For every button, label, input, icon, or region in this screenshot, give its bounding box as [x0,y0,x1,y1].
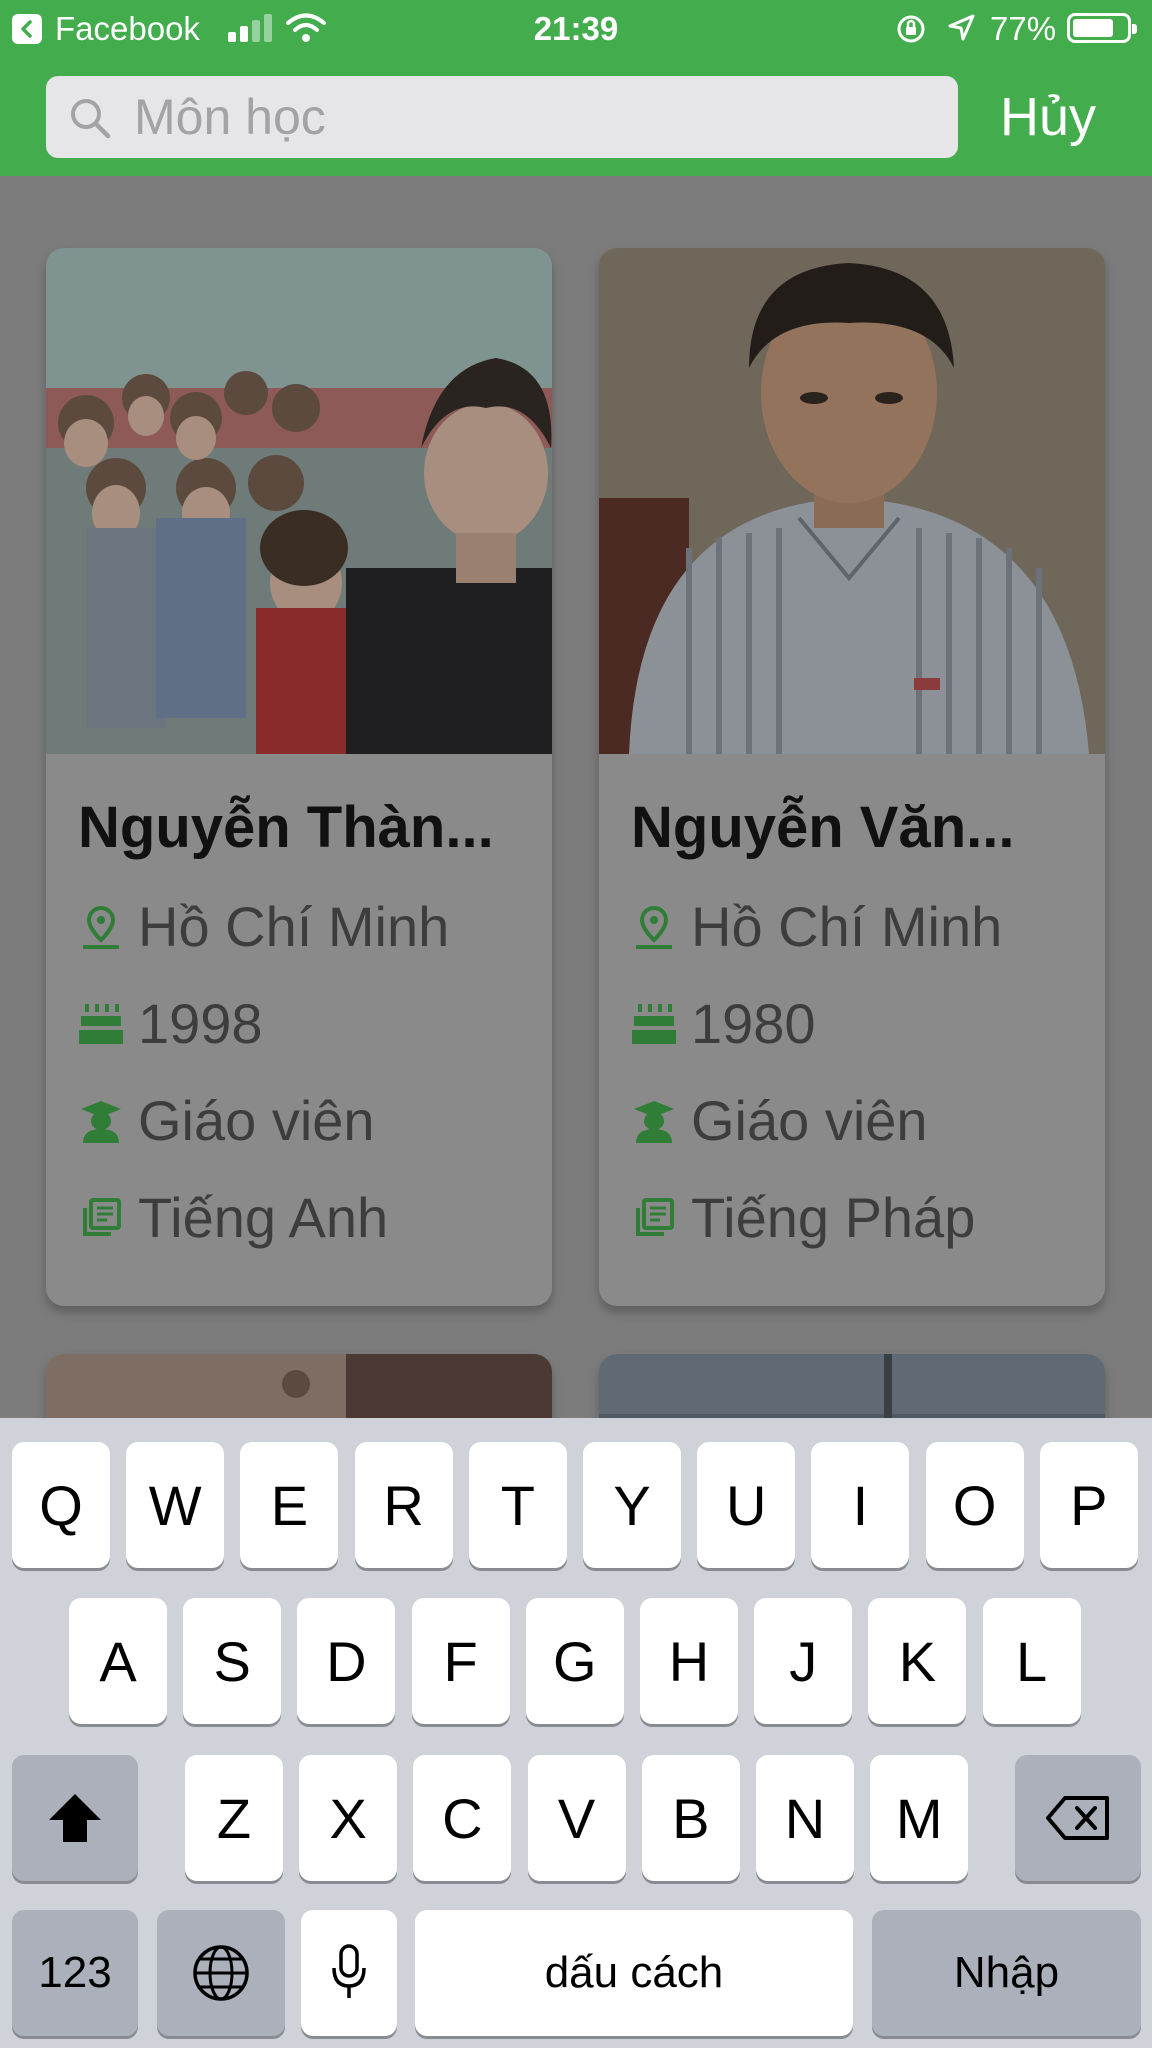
key-j[interactable]: J [754,1598,853,1724]
key-q[interactable]: Q [12,1442,110,1568]
delete-icon [1046,1796,1109,1840]
teacher-card[interactable]: Nguyễn Văn... Hồ Chí Minh 1980 Giáo viên [599,248,1105,1306]
key-g[interactable]: G [525,1598,624,1724]
backspace-key[interactable] [1015,1755,1141,1881]
book-icon [78,1195,124,1241]
space-key[interactable]: dấu cách [415,1910,853,2036]
role-row: Giáo viên [631,1088,928,1153]
battery-icon [1067,13,1137,43]
teacher-subject: Tiếng Anh [138,1186,389,1249]
key-t[interactable]: T [468,1442,567,1568]
return-key[interactable]: Nhập [872,1910,1141,2036]
key-f[interactable]: F [411,1598,510,1724]
key-h[interactable]: H [640,1598,738,1724]
key-y[interactable]: Y [583,1442,681,1568]
teacher-card-partial[interactable] [599,1354,1105,1418]
teacher-photo [599,1354,1105,1418]
globe-key[interactable] [157,1910,285,2036]
teacher-location: Hồ Chí Minh [691,895,1003,958]
birth-year-row: 1998 [78,991,263,1056]
role-row: Giáo viên [78,1088,375,1153]
globe-icon [193,1945,249,2001]
teacher-birth-year: 1998 [138,992,263,1055]
shift-icon [49,1794,101,1842]
search-bar[interactable] [46,76,958,158]
birthday-cake-icon [78,1001,124,1047]
graduation-cap-icon [631,1098,677,1144]
search-input[interactable] [134,86,934,148]
key-n[interactable]: N [756,1755,854,1881]
location-arrow-icon [948,14,975,41]
key-e[interactable]: E [240,1442,339,1568]
status-bar: Facebook 21:39 77% [0,0,1152,58]
teacher-name: Nguyễn Văn... [631,795,1015,860]
location-row: Hồ Chí Minh [78,894,449,959]
dictation-key[interactable] [301,1910,397,2036]
key-a[interactable]: A [69,1598,167,1724]
rotation-lock-icon [897,15,925,43]
teacher-subject: Tiếng Pháp [691,1186,976,1249]
on-screen-keyboard: QWERTYUIOP ASDFGHJKL ZXCVBNM 123 dấu các… [0,1418,1152,2048]
key-r[interactable]: R [354,1442,453,1568]
key-c[interactable]: C [413,1755,512,1881]
shift-key[interactable] [12,1755,138,1881]
key-k[interactable]: K [868,1598,967,1724]
key-x[interactable]: X [299,1755,398,1881]
teacher-card-partial[interactable] [46,1354,552,1418]
teacher-photo [46,248,552,754]
key-b[interactable]: B [641,1755,740,1881]
teacher-location: Hồ Chí Minh [138,895,450,958]
teacher-role: Giáo viên [691,1089,928,1152]
location-row: Hồ Chí Minh [631,894,1002,959]
key-i[interactable]: I [811,1442,910,1568]
key-u[interactable]: U [697,1442,796,1568]
battery-percent: 77% [990,10,1057,47]
location-pin-icon [631,904,677,950]
key-w[interactable]: W [126,1442,225,1568]
key-v[interactable]: V [527,1755,626,1881]
search-icon [71,99,111,139]
teacher-role: Giáo viên [138,1089,375,1152]
key-o[interactable]: O [925,1442,1024,1568]
app-header: Facebook 21:39 77% Hủy [0,0,1152,176]
microphone-icon [332,1944,366,1998]
teacher-name: Nguyễn Thàn... [78,795,494,860]
key-m[interactable]: M [870,1755,969,1881]
teacher-photo [46,1354,552,1418]
cancel-button[interactable]: Hủy [1000,86,1096,148]
key-l[interactable]: L [982,1598,1081,1724]
subject-row: Tiếng Pháp [631,1185,975,1250]
teacher-grid: Nguyễn Thàn... Hồ Chí Minh 1998 Giáo viê… [0,176,1152,1418]
graduation-cap-icon [78,1098,124,1144]
clock: 21:39 [533,10,619,47]
subject-row: Tiếng Anh [78,1185,388,1250]
birth-year-row: 1980 [631,991,816,1056]
birthday-cake-icon [631,1001,677,1047]
key-z[interactable]: Z [185,1755,283,1881]
key-s[interactable]: S [183,1598,282,1724]
numbers-key[interactable]: 123 [12,1910,138,2036]
key-p[interactable]: P [1039,1442,1138,1568]
book-icon [631,1195,677,1241]
teacher-birth-year: 1980 [691,992,816,1055]
teacher-card[interactable]: Nguyễn Thàn... Hồ Chí Minh 1998 Giáo viê… [46,248,552,1306]
location-pin-icon [78,904,124,950]
key-d[interactable]: D [297,1598,396,1724]
teacher-photo [599,248,1105,754]
